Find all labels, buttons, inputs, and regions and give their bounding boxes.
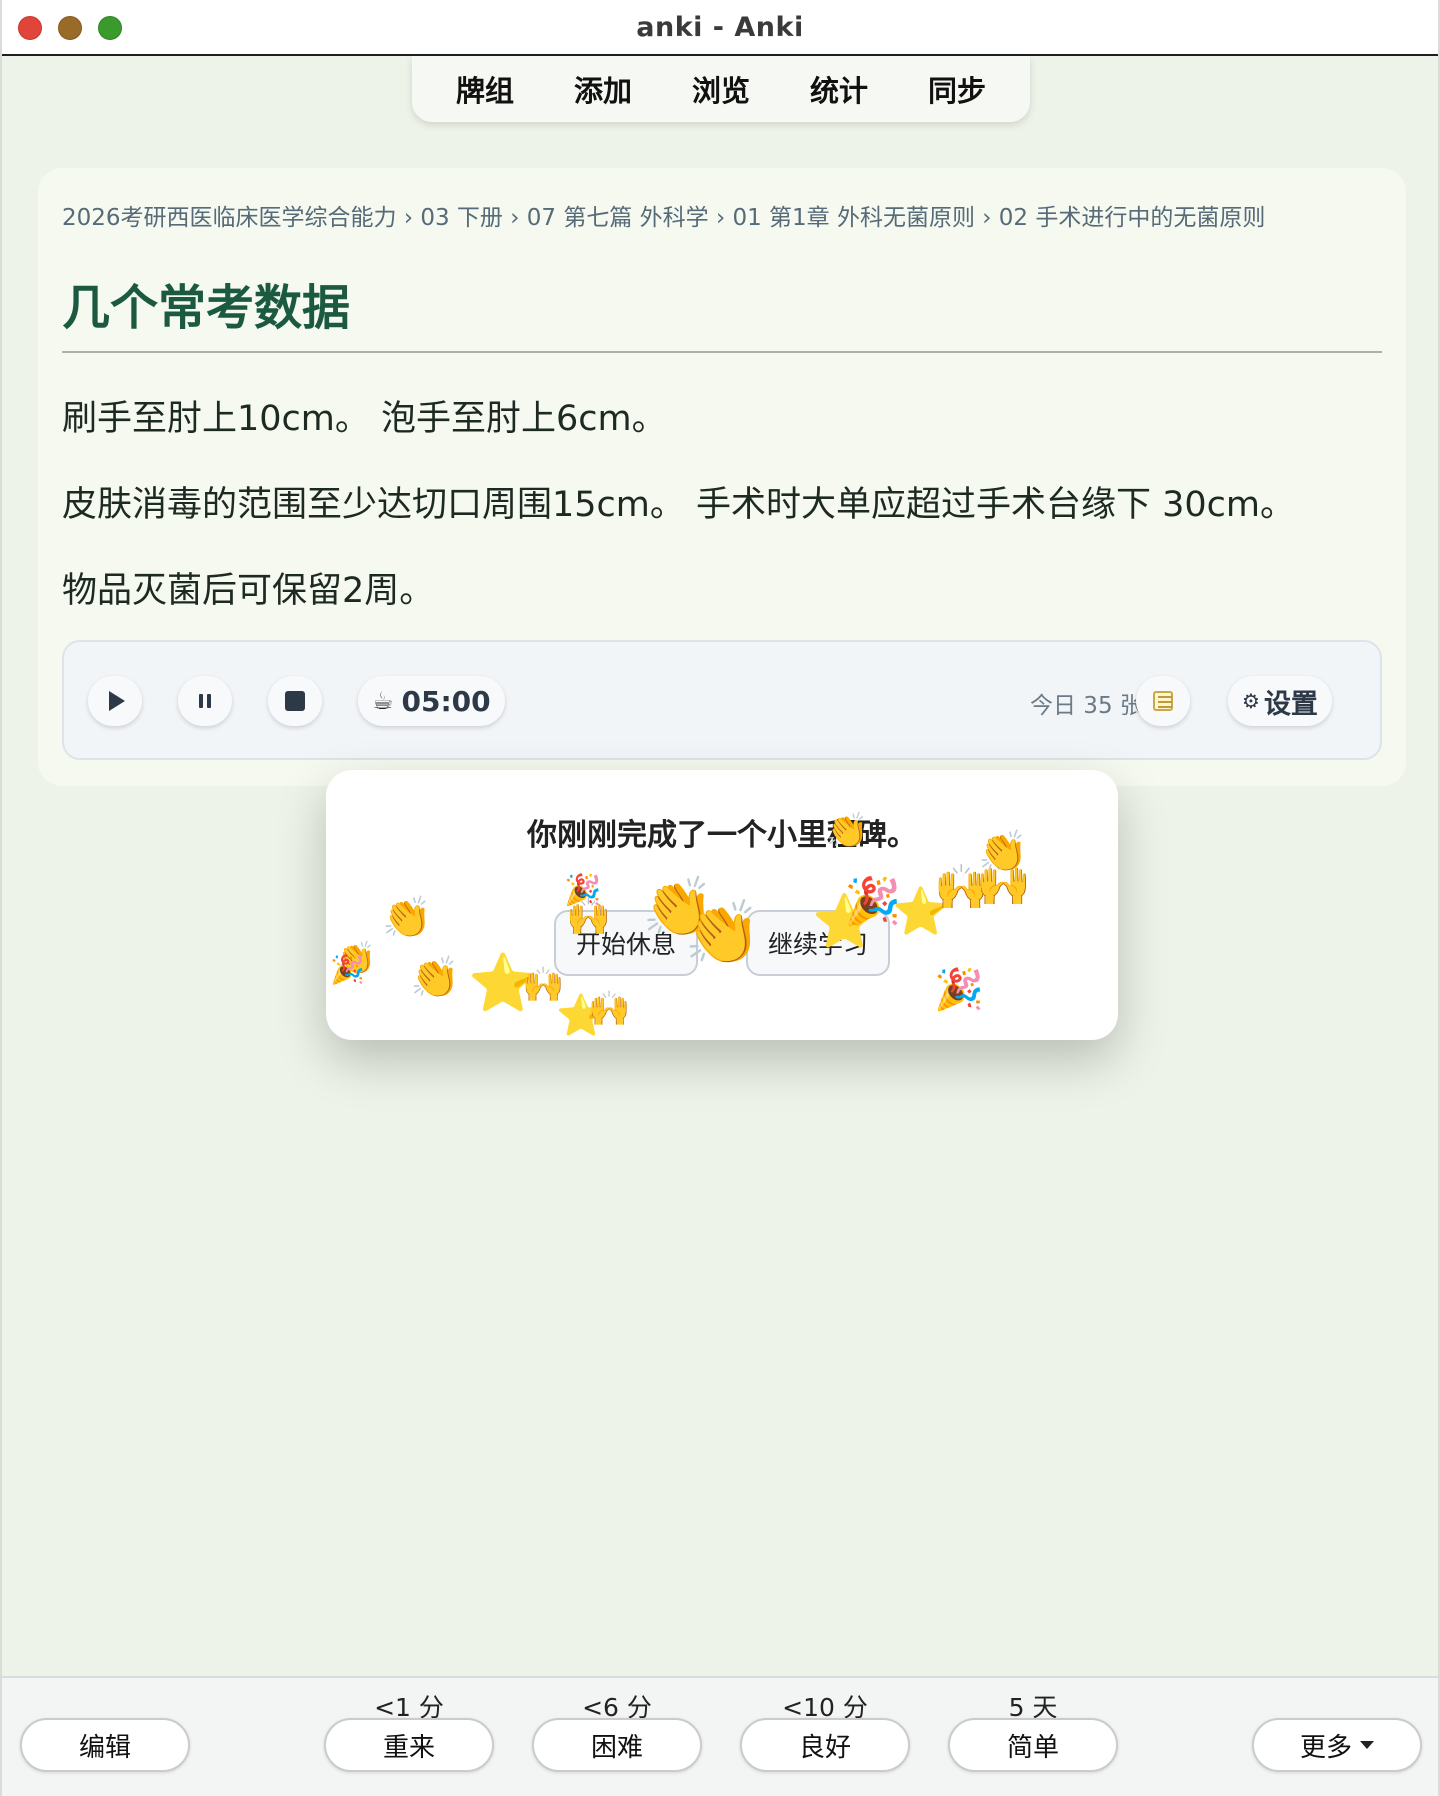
stop-button[interactable] — [268, 676, 322, 726]
clapping-hands-icon: 👏 — [410, 955, 460, 1001]
timer-display[interactable]: ☕ 05:00 — [358, 676, 505, 726]
stop-icon — [285, 691, 305, 711]
more-label: 更多 — [1299, 1732, 1352, 1763]
answer-bar: 编辑 <1 分 重来 <6 分 困难 <10 分 良好 5 天 简单 更多 — [2, 1676, 1438, 1796]
nav-stats[interactable]: 统计 — [780, 68, 898, 110]
nav-sync[interactable]: 同步 — [898, 68, 1016, 110]
card-paragraph: 皮肤消毒的范围至少达切口周围15cm。 手术时大单应超过手术台缘下 30cm。 — [62, 485, 1296, 525]
nav-decks[interactable]: 牌组 — [426, 68, 544, 110]
settings-label: 设置 — [1263, 688, 1318, 720]
pomodoro-toolbar: ☕ 05:00 今日 35 张 ⚙ 设置 — [62, 640, 1382, 760]
clapping-hands-icon: 👏 — [382, 895, 432, 941]
title-divider — [62, 351, 1382, 353]
clapping-hands-icon: 👏 — [978, 829, 1028, 875]
hard-button[interactable]: 困难 — [532, 1718, 702, 1772]
play-button[interactable] — [88, 676, 142, 726]
settings-button[interactable]: ⚙ 设置 — [1228, 676, 1332, 726]
deck-breadcrumb: 2026考研西医临床医学综合能力 › 03 下册 › 07 第七篇 外科学 › … — [62, 205, 1266, 231]
more-button[interactable]: 更多 — [1252, 1718, 1422, 1772]
clapping-hands-icon: 👏 — [826, 811, 869, 851]
again-button[interactable]: 重来 — [324, 1718, 494, 1772]
nav-browse[interactable]: 浏览 — [662, 68, 780, 110]
raising-hands-icon: 🙌 — [588, 989, 631, 1029]
title-bar: anki - Anki — [2, 0, 1438, 56]
edit-button[interactable]: 编辑 — [20, 1718, 190, 1772]
card-paragraph: 物品灭菌后可保留2周。 — [62, 571, 435, 611]
good-button[interactable]: 良好 — [740, 1718, 910, 1772]
today-count: 今日 35 张 — [1030, 693, 1143, 719]
review-card: 2026考研西医临床医学综合能力 › 03 下册 › 07 第七篇 外科学 › … — [38, 168, 1406, 786]
notes-button[interactable] — [1136, 676, 1190, 726]
caret-down-icon — [1360, 1741, 1374, 1749]
milestone-popup: 你刚刚完成了一个小里程碑。 开始休息 继续学习 👏 👏 👏 🎉 ⭐ 🙌 ⭐ 🙌 … — [326, 770, 1118, 1040]
window-title: anki - Anki — [636, 12, 804, 43]
easy-button[interactable]: 简单 — [948, 1718, 1118, 1772]
party-popper-icon: 🎉 — [934, 967, 984, 1013]
play-icon — [109, 691, 125, 711]
pause-icon — [199, 694, 211, 708]
timer-value: 05:00 — [401, 684, 491, 718]
anki-window: anki - Anki 牌组 添加 浏览 统计 同步 2026考研西医临床医学综… — [0, 0, 1440, 1796]
memo-icon — [1153, 691, 1173, 711]
pause-button[interactable] — [178, 676, 232, 726]
party-popper-icon: 🎉 — [330, 953, 365, 986]
top-navigation: 牌组 添加 浏览 统计 同步 — [412, 56, 1030, 122]
card-title: 几个常考数据 — [62, 280, 351, 336]
gear-icon: ⚙ — [1242, 689, 1260, 713]
raising-hands-icon: 🙌 — [566, 897, 611, 938]
coffee-icon: ☕ — [372, 687, 394, 715]
card-paragraph: 刷手至肘上10cm。 泡手至肘上6cm。 — [62, 399, 667, 439]
nav-add[interactable]: 添加 — [544, 68, 662, 110]
clapping-hands-icon: 👏 — [684, 896, 762, 969]
